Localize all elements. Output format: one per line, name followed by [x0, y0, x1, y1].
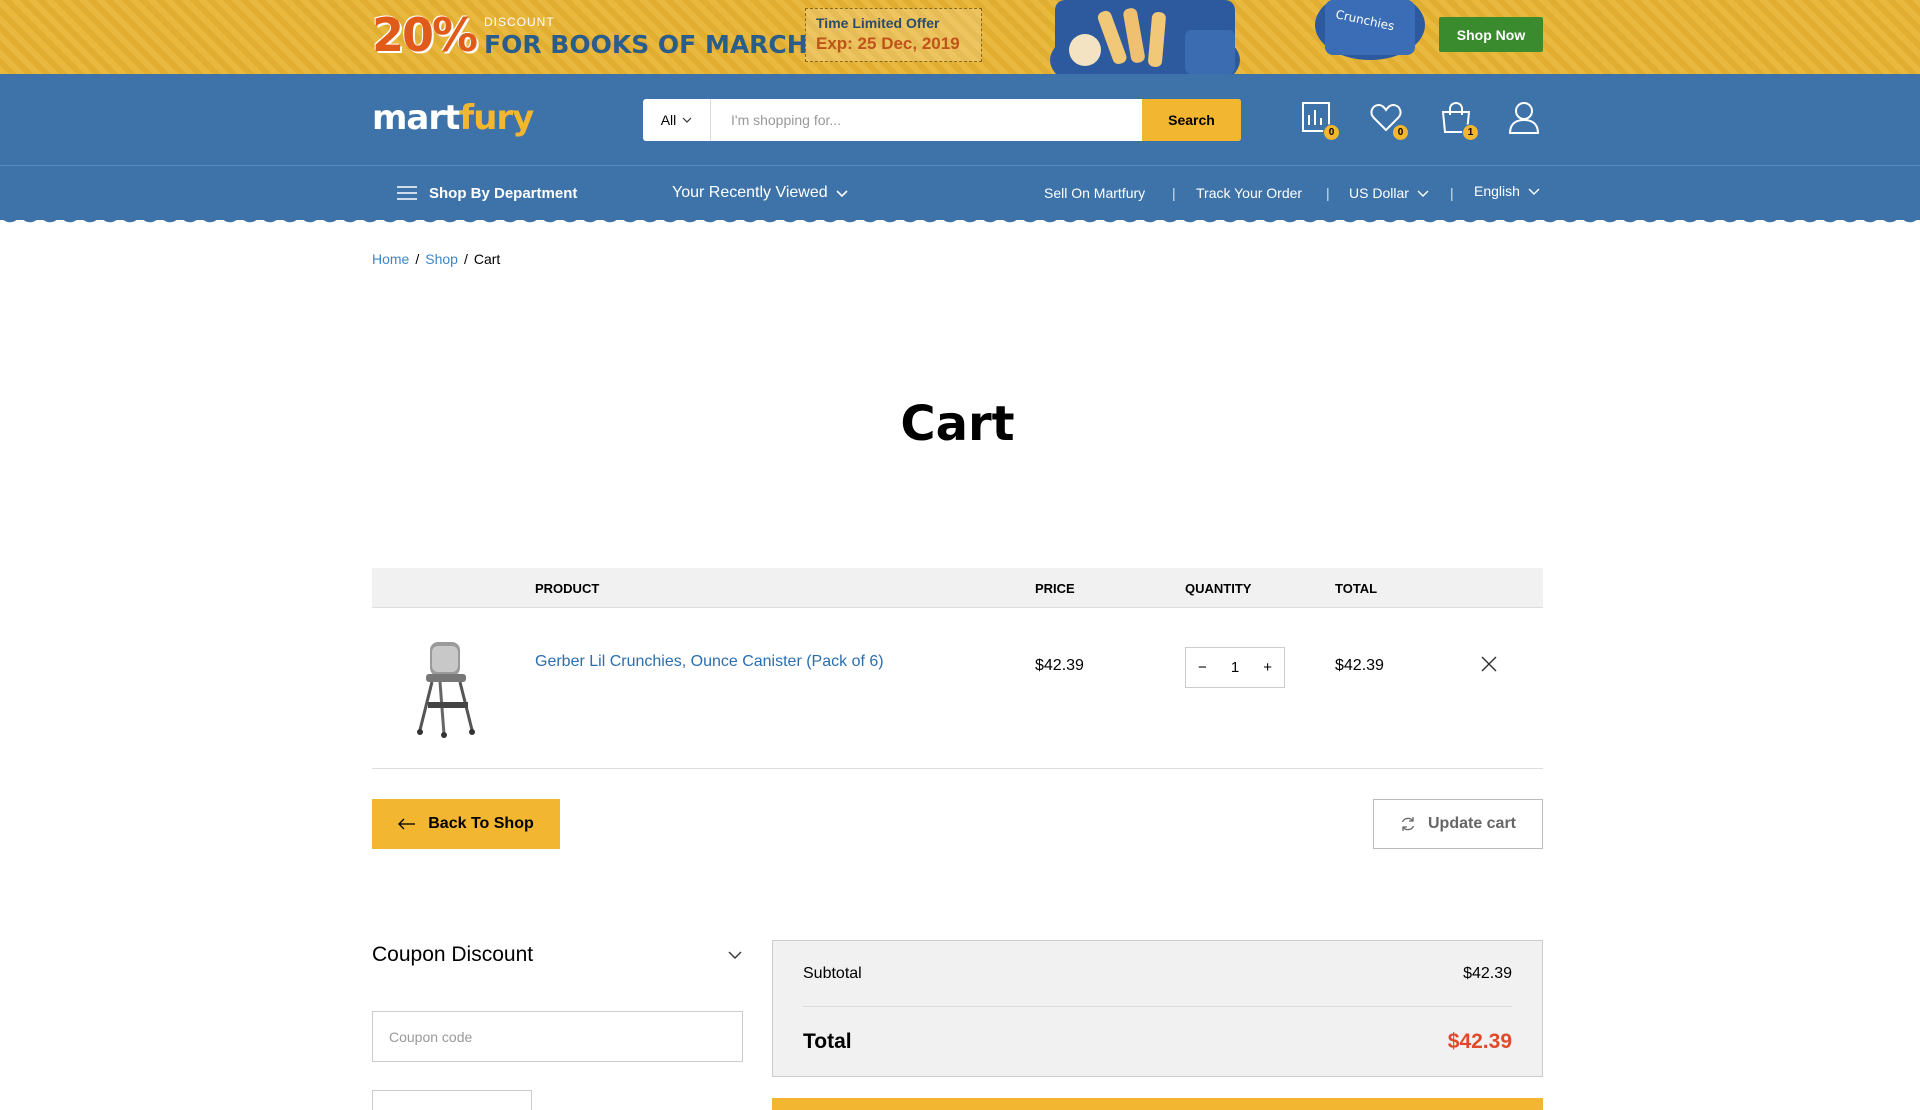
- page-title: Cart: [900, 396, 1015, 452]
- logo-part-2: fury: [459, 98, 534, 138]
- breadcrumb-home-link[interactable]: Home: [372, 251, 409, 267]
- chevron-down-icon: [682, 117, 692, 123]
- subtotal-row: Subtotal $42.39: [803, 941, 1512, 1007]
- wishlist-heart-icon[interactable]: 0: [1369, 101, 1409, 141]
- promo-percent: 20%: [372, 8, 478, 62]
- coupon-discount-toggle[interactable]: Coupon Discount: [372, 943, 533, 967]
- quantity-increase-button[interactable]: +: [1263, 659, 1272, 676]
- quantity-decrease-button[interactable]: −: [1198, 659, 1207, 676]
- search-button[interactable]: Search: [1142, 99, 1241, 141]
- wishlist-count-badge: 0: [1392, 124, 1409, 141]
- arrow-left-icon: [398, 818, 416, 830]
- product-thumbnail[interactable]: [410, 638, 482, 738]
- back-to-shop-label: Back To Shop: [428, 815, 534, 832]
- subtotal-label: Subtotal: [803, 964, 862, 982]
- cart-totals-box: Subtotal $42.39 Total $42.39: [772, 940, 1543, 1077]
- quantity-value[interactable]: 1: [1231, 659, 1239, 676]
- breadcrumb-current: Cart: [473, 251, 501, 267]
- coupon-code-input[interactable]: [372, 1011, 743, 1062]
- shop-now-button[interactable]: Shop Now: [1439, 17, 1543, 52]
- nav-scallop-edge: [0, 212, 1920, 228]
- hamburger-menu-icon: [397, 186, 417, 200]
- breadcrumb-bar: [0, 220, 1920, 290]
- total-label: Total: [803, 1030, 852, 1053]
- search-bar: All Search: [643, 99, 1241, 141]
- promo-product-image: Crunchies: [1050, 0, 1425, 74]
- chevron-down-icon: [1528, 188, 1540, 195]
- breadcrumb-separator: /: [415, 251, 420, 267]
- language-select[interactable]: English: [1474, 164, 1540, 218]
- currency-value: US Dollar: [1349, 185, 1409, 201]
- chevron-down-icon: [1417, 190, 1429, 197]
- refresh-icon: [1401, 817, 1415, 831]
- user-account-icon[interactable]: [1507, 101, 1543, 137]
- chevron-down-icon[interactable]: [726, 946, 744, 964]
- table-row: Gerber Lil Crunchies, Ounce Canister (Pa…: [372, 608, 1543, 769]
- cart-count-badge: 1: [1462, 124, 1479, 141]
- promo-banner[interactable]: 20% DISCOUNT FOR BOOKS OF MARCH Time Lim…: [0, 0, 1920, 74]
- remove-item-close-icon[interactable]: [1479, 654, 1499, 674]
- total-row: Total $42.39: [803, 1007, 1512, 1077]
- subtotal-value: $42.39: [1463, 964, 1512, 982]
- shop-by-department-label: Shop By Department: [429, 184, 578, 202]
- breadcrumb-shop-link[interactable]: Shop: [425, 251, 458, 267]
- total-column-header: TOTAL: [1335, 580, 1378, 596]
- quantity-stepper: − 1 +: [1185, 647, 1285, 688]
- price-column-header: PRICE: [1035, 580, 1075, 596]
- recently-viewed-label: Your Recently Viewed: [672, 184, 828, 201]
- promo-offer-expiry: Exp: 25 Dec, 2019: [816, 34, 960, 53]
- site-logo[interactable]: martfury: [372, 98, 534, 138]
- product-total: $42.39: [1335, 657, 1384, 674]
- total-value: $42.39: [1447, 1030, 1512, 1053]
- update-cart-label: Update cart: [1427, 815, 1517, 832]
- promo-discount-label: DISCOUNT: [484, 15, 555, 29]
- promo-headline: FOR BOOKS OF MARCH: [484, 30, 808, 59]
- chevron-down-icon: [836, 190, 848, 198]
- compare-icon[interactable]: 0: [1300, 101, 1340, 141]
- logo-part-1: mart: [372, 98, 460, 138]
- promo-offer-box: Time Limited Offer Exp: 25 Dec, 2019: [805, 8, 982, 62]
- product-price: $42.39: [1035, 657, 1084, 674]
- update-cart-button[interactable]: Update cart: [1373, 799, 1543, 849]
- quantity-column-header: QUANTITY: [1185, 580, 1252, 596]
- search-category-value: All: [660, 112, 677, 128]
- product-column-header: PRODUCT: [535, 580, 600, 596]
- search-category-select[interactable]: All: [643, 99, 711, 141]
- breadcrumb: Home / Shop / Cart: [372, 251, 500, 267]
- cart-table-header: PRODUCT PRICE QUANTITY TOTAL: [372, 568, 1543, 608]
- main-header: martfury All Search 0 0 1: [0, 74, 1920, 166]
- apply-coupon-button[interactable]: [372, 1090, 532, 1110]
- language-value: English: [1474, 183, 1520, 199]
- cart-bag-icon[interactable]: 1: [1439, 101, 1479, 141]
- product-name-link[interactable]: Gerber Lil Crunchies, Ounce Canister (Pa…: [535, 653, 884, 671]
- promo-offer-title: Time Limited Offer: [816, 15, 940, 31]
- compare-count-badge: 0: [1323, 124, 1340, 141]
- search-input[interactable]: [711, 99, 1142, 141]
- back-to-shop-button[interactable]: Back To Shop: [372, 799, 560, 849]
- breadcrumb-separator: /: [463, 251, 468, 267]
- checkout-button[interactable]: [772, 1098, 1543, 1110]
